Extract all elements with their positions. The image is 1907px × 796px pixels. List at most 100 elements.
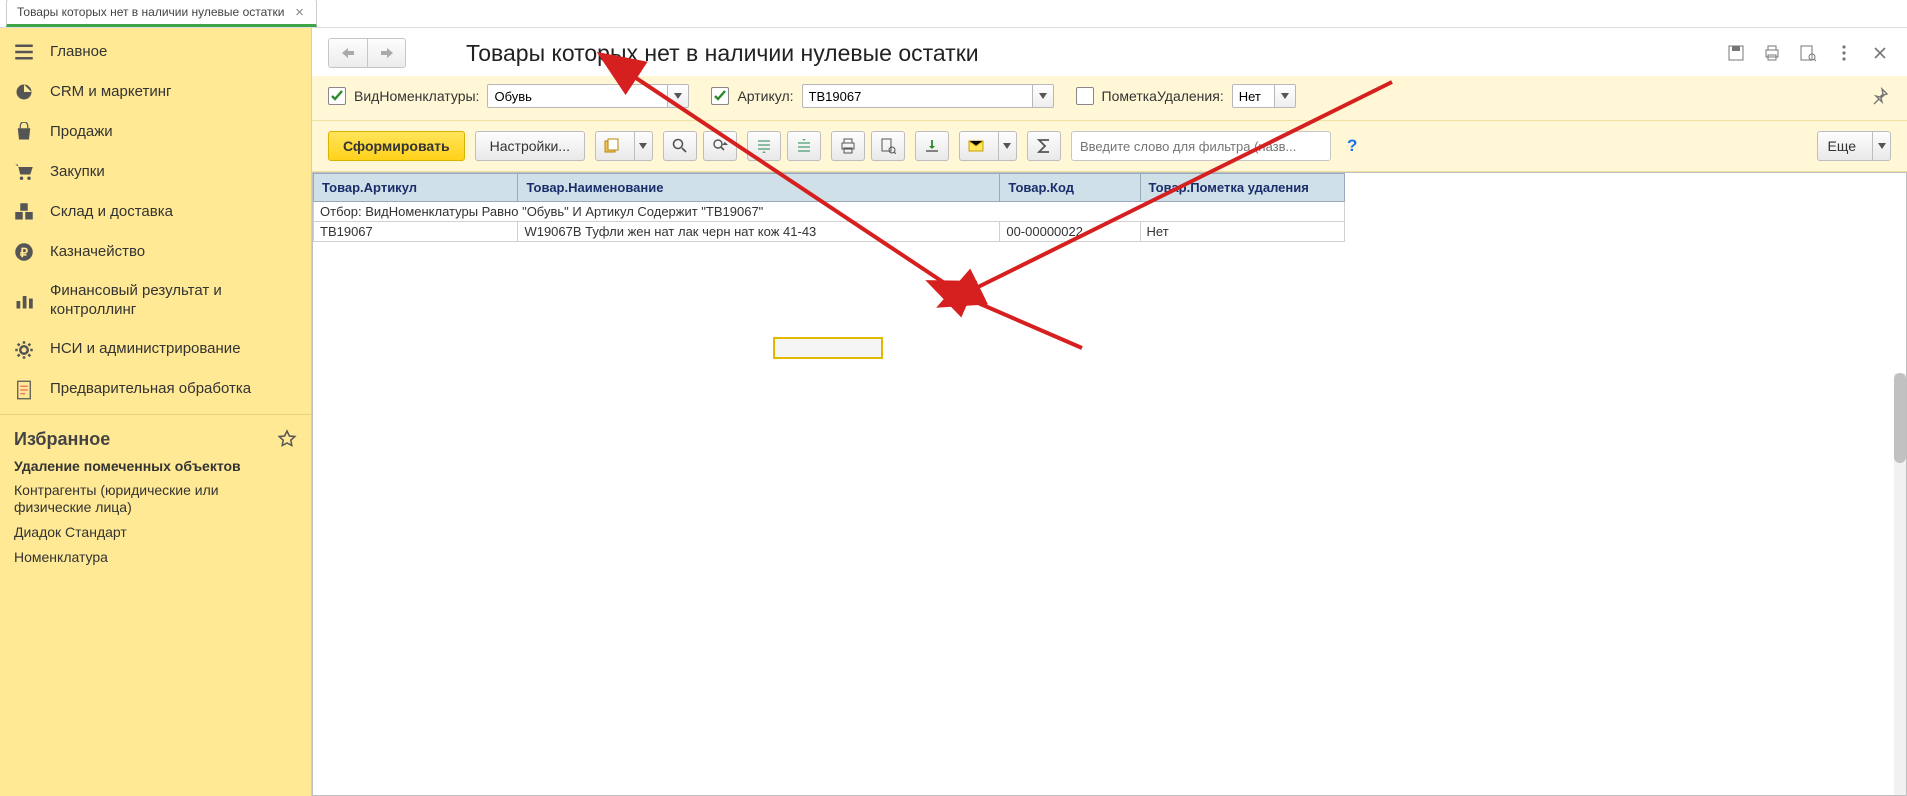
dropdown-icon[interactable]: [1274, 84, 1296, 108]
filter-label: Артикул:: [737, 88, 793, 104]
table-header-row: Товар.Артикул Товар.Наименование Товар.К…: [314, 174, 1345, 202]
nav-label: Казначейство: [50, 243, 297, 262]
cell-name: W19067В Туфли жен нат лак черн нат кож 4…: [518, 222, 1000, 242]
sum-button[interactable]: [1027, 131, 1061, 161]
tab-strip: Товары которых нет в наличии нулевые ост…: [0, 0, 1907, 28]
nav-nsi[interactable]: НСИ и администрирование: [0, 330, 311, 370]
find-prev-button[interactable]: [703, 131, 737, 161]
checkbox-checked-icon[interactable]: [328, 87, 346, 105]
email-button[interactable]: [959, 131, 1017, 161]
bag-icon: [14, 122, 34, 142]
nav-label: Продажи: [50, 123, 297, 142]
gear-icon: [14, 340, 34, 360]
dropdown-icon[interactable]: [667, 84, 689, 108]
nav-label: НСИ и администрирование: [50, 340, 297, 359]
nav-label: Склад и доставка: [50, 203, 297, 222]
nav-purchases[interactable]: Закупки: [0, 152, 311, 192]
fav-item[interactable]: Удаление помеченных объектов: [14, 458, 297, 475]
kebab-icon[interactable]: [1833, 42, 1855, 64]
nav-main[interactable]: Главное: [0, 32, 311, 72]
toolbar: Сформировать Настройки...: [312, 121, 1907, 172]
filter-bar: ВидНоменклатуры: Артикул:: [312, 76, 1907, 121]
more-button[interactable]: Еще: [1817, 131, 1892, 161]
nav-warehouse[interactable]: Склад и доставка: [0, 192, 311, 232]
cart-icon: [14, 162, 34, 182]
filter-label: ВидНоменклатуры:: [354, 88, 479, 104]
page-title: Товары которых нет в наличии нулевые ост…: [466, 40, 979, 67]
bar-chart-icon: [14, 291, 34, 311]
print-icon[interactable]: [1761, 42, 1783, 64]
filter-info-row: Отбор: ВидНоменклатуры Равно "Обувь" И А…: [314, 202, 1345, 222]
collapse-button[interactable]: [787, 131, 821, 161]
tab-title: Товары которых нет в наличии нулевые ост…: [17, 5, 284, 19]
pin-icon[interactable]: [1869, 85, 1891, 107]
fav-item[interactable]: Контрагенты (юридические или физические …: [14, 482, 297, 516]
report-table: Товар.Артикул Товар.Наименование Товар.К…: [313, 173, 1345, 242]
settings-button[interactable]: Настройки...: [475, 131, 585, 161]
variants-button[interactable]: [595, 131, 653, 161]
selected-cell-marker: [773, 337, 883, 359]
col-code[interactable]: Товар.Код: [1000, 174, 1140, 202]
nav-preprocessing[interactable]: Предварительная обработка: [0, 370, 311, 410]
print-button[interactable]: [831, 131, 865, 161]
nav-sales[interactable]: Продажи: [0, 112, 311, 152]
table-row[interactable]: ТВ19067 W19067В Туфли жен нат лак черн н…: [314, 222, 1345, 242]
col-deletion[interactable]: Товар.Пометка удаления: [1140, 174, 1344, 202]
dropdown-icon[interactable]: [1032, 84, 1054, 108]
nav-arrows: [328, 38, 406, 68]
fav-item[interactable]: Номенклатура: [14, 549, 297, 566]
col-name[interactable]: Товар.Наименование: [518, 174, 1000, 202]
fav-item[interactable]: Диадок Стандарт: [14, 524, 297, 541]
save-icon[interactable]: [1725, 42, 1747, 64]
ruble-icon: ₽: [14, 242, 34, 262]
svg-text:₽: ₽: [20, 246, 29, 260]
preview-icon[interactable]: [1797, 42, 1819, 64]
filter-deletion-input[interactable]: [1232, 84, 1274, 108]
filter-article-combo: [802, 84, 1054, 108]
back-button[interactable]: [329, 39, 367, 67]
menu-icon: [14, 42, 34, 62]
find-button[interactable]: [663, 131, 697, 161]
cell-article: ТВ19067: [314, 222, 518, 242]
print-preview-button[interactable]: [871, 131, 905, 161]
nav-label: Финансовый результат и контроллинг: [50, 282, 297, 320]
save-file-button[interactable]: [915, 131, 949, 161]
report-area[interactable]: Товар.Артикул Товар.Наименование Товар.К…: [312, 172, 1907, 796]
filter-deletion-mark: ПометкаУдаления:: [1076, 84, 1296, 108]
favorites-title: Избранное: [14, 429, 110, 450]
filter-deletion-combo: [1232, 84, 1296, 108]
tab-close-icon[interactable]: ×: [292, 5, 306, 19]
content: Товары которых нет в наличии нулевые ост…: [312, 28, 1907, 796]
col-article[interactable]: Товар.Артикул: [314, 174, 518, 202]
cell-code: 00-00000022: [1000, 222, 1140, 242]
help-icon[interactable]: ?: [1341, 136, 1363, 156]
expand-button[interactable]: [747, 131, 781, 161]
vertical-scrollbar[interactable]: [1894, 373, 1906, 795]
nav-crm[interactable]: CRM и маркетинг: [0, 72, 311, 112]
nav-label: Главное: [50, 43, 297, 62]
favorites-header: Избранное: [0, 414, 311, 458]
sidebar: Главное CRM и маркетинг Продажи Закупки …: [0, 28, 312, 796]
generate-button[interactable]: Сформировать: [328, 131, 465, 161]
filter-nomenclature-combo: [487, 84, 689, 108]
close-icon[interactable]: [1869, 42, 1891, 64]
boxes-icon: [14, 202, 34, 222]
nav-label: CRM и маркетинг: [50, 83, 297, 102]
filter-info-text: Отбор: ВидНоменклатуры Равно "Обувь" И А…: [314, 202, 1345, 222]
filter-nomenclature-type: ВидНоменклатуры:: [328, 84, 689, 108]
cell-deletion: Нет: [1140, 222, 1344, 242]
checkbox-checked-icon[interactable]: [711, 87, 729, 105]
filter-article-input[interactable]: [802, 84, 1032, 108]
nav-treasury[interactable]: ₽ Казначейство: [0, 232, 311, 272]
tab-active[interactable]: Товары которых нет в наличии нулевые ост…: [6, 0, 317, 27]
scrollbar-thumb[interactable]: [1894, 373, 1906, 463]
filter-label: ПометкаУдаления:: [1102, 88, 1224, 104]
star-icon[interactable]: [277, 429, 297, 449]
checkbox-unchecked-icon[interactable]: [1076, 87, 1094, 105]
doc-icon: [14, 380, 34, 400]
filter-nomenclature-input[interactable]: [487, 84, 667, 108]
nav-label: Предварительная обработка: [50, 380, 297, 399]
nav-finance[interactable]: Финансовый результат и контроллинг: [0, 272, 311, 330]
forward-button[interactable]: [367, 39, 405, 67]
filter-search-input[interactable]: [1071, 131, 1331, 161]
